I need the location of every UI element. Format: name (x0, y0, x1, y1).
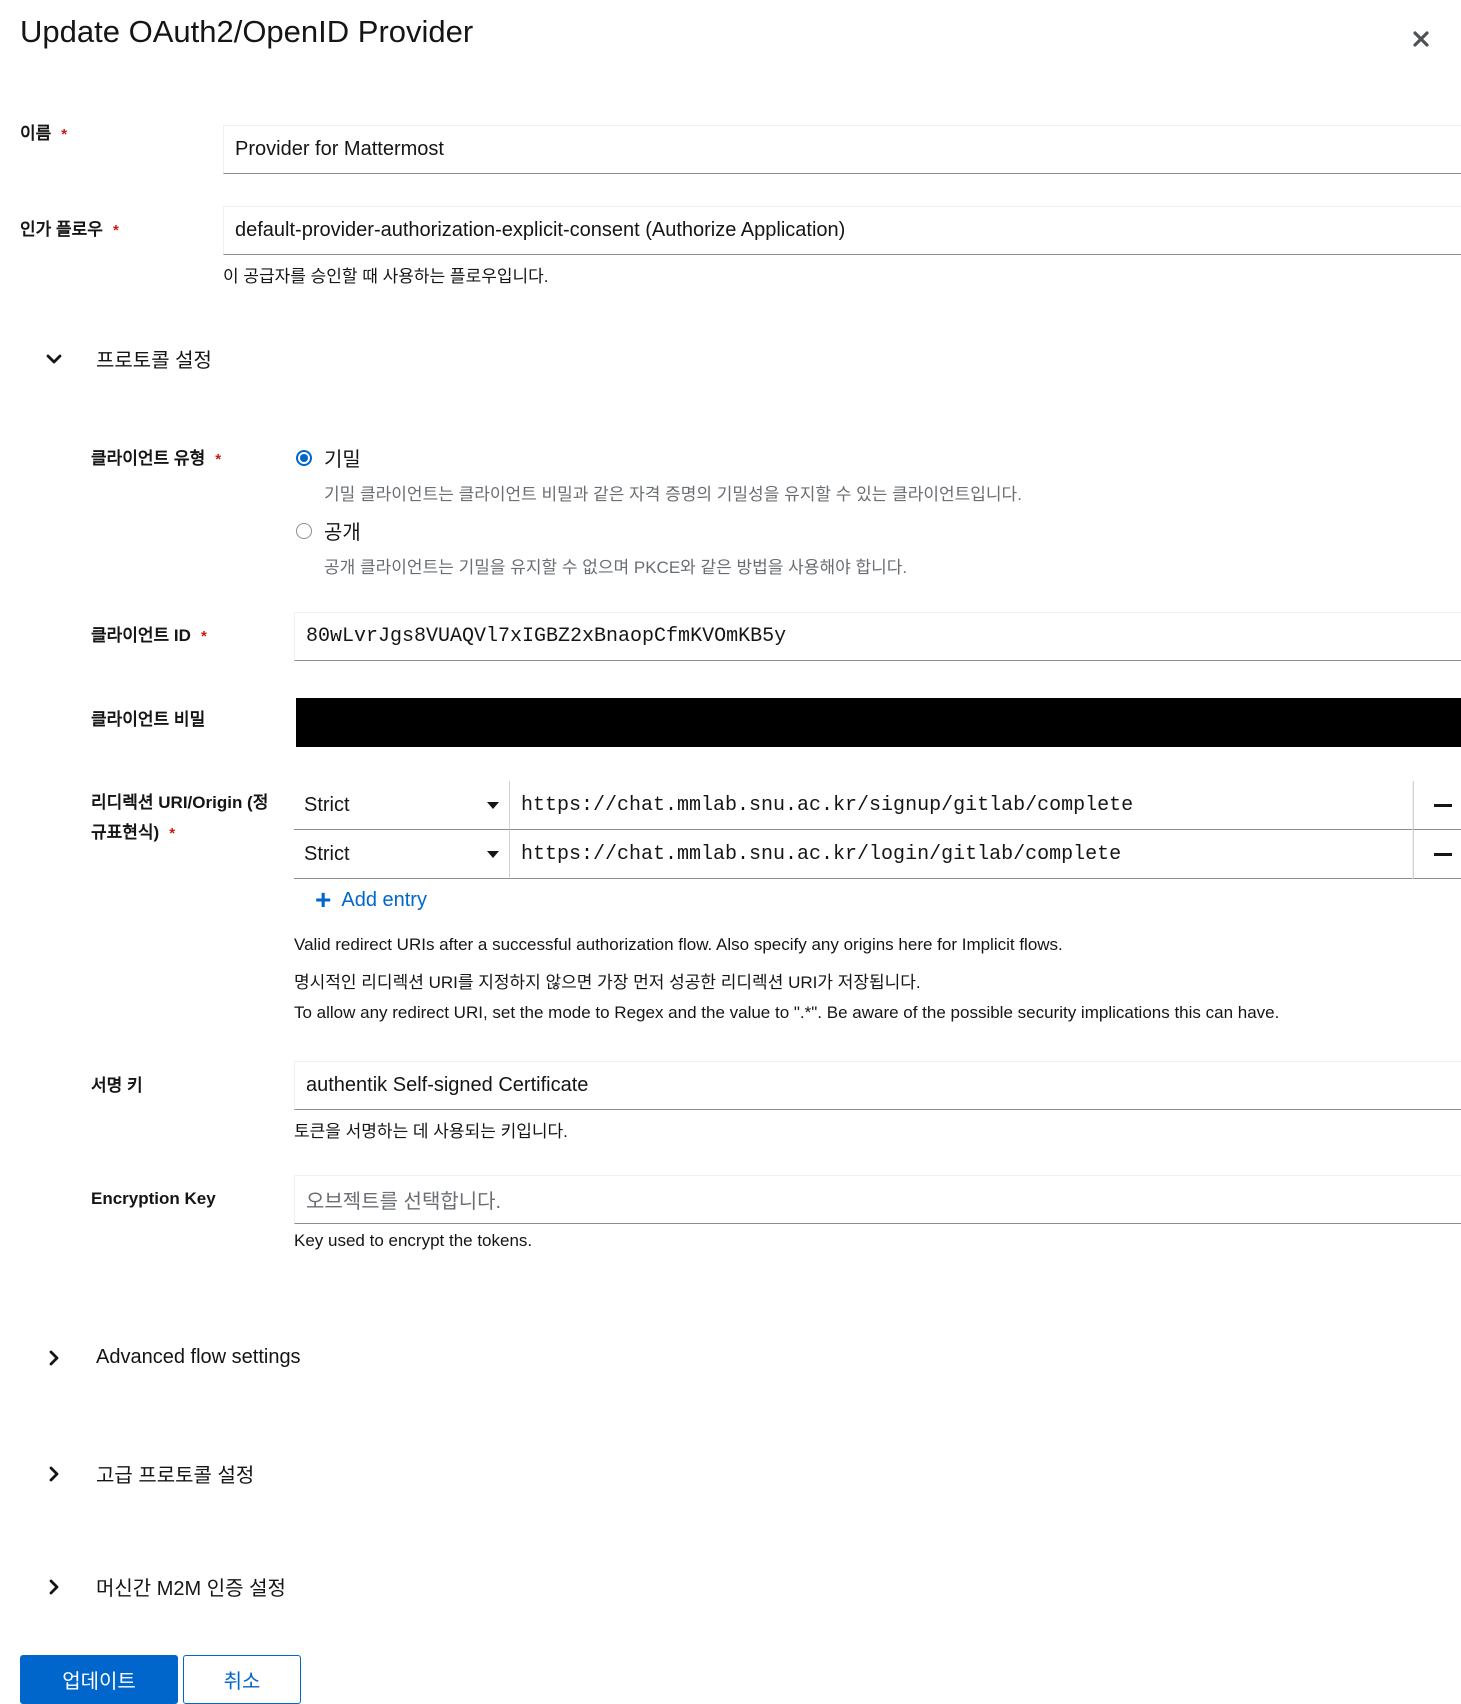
chevron-right-icon (49, 1579, 59, 1594)
required-marker: * (215, 451, 222, 468)
name-input[interactable]: Provider for Mattermost (223, 125, 1461, 174)
client-type-public-description: 공개 클라이언트는 기밀을 유지할 수 없으며 PKCE와 같은 방법을 사용해… (324, 558, 908, 577)
client-type-confidential-option[interactable]: 기밀 (296, 443, 361, 472)
chevron-right-icon (49, 1466, 59, 1481)
redirect-help-1: Valid redirect URIs after a successful a… (294, 935, 1063, 954)
encryption-key-select[interactable]: 오브젝트를 선택합니다. (294, 1175, 1461, 1224)
required-marker: * (200, 628, 207, 645)
advanced-flow-settings-toggle[interactable]: Advanced flow settings (44, 1346, 301, 1369)
advanced-flow-settings-label: Advanced flow settings (96, 1346, 301, 1368)
close-icon (1413, 31, 1429, 47)
remove-entry-button-1[interactable] (1413, 781, 1461, 830)
minus-icon (1433, 852, 1452, 856)
redirect-help-3: To allow any redirect URI, set the mode … (294, 1003, 1280, 1022)
chevron-down-icon (46, 354, 62, 363)
client-id-label: 클라이언트 ID * (91, 626, 207, 645)
protocol-settings-toggle[interactable]: 프로토콜 설정 (44, 344, 212, 373)
redirect-url-input-2[interactable]: https://chat.mmlab.snu.ac.kr/login/gitla… (510, 830, 1413, 879)
m2m-auth-settings-toggle[interactable]: 머신간 M2M 인증 설정 (44, 1572, 286, 1601)
signing-key-select[interactable]: authentik Self-signed Certificate (294, 1061, 1461, 1110)
required-marker: * (61, 126, 68, 143)
minus-icon (1433, 803, 1452, 807)
auth-flow-help: 이 공급자를 승인할 때 사용하는 플로우입니다. (223, 267, 549, 286)
client-secret-input-redacted[interactable] (296, 698, 1461, 747)
encryption-key-label: Encryption Key (91, 1189, 216, 1208)
redirect-help-2: 명시적인 리디렉션 URI를 지정하지 않으면 가장 먼저 성공한 리디렉션 U… (294, 973, 921, 992)
advanced-protocol-settings-label: 고급 프로토콜 설정 (96, 1465, 255, 1487)
m2m-auth-settings-label: 머신간 M2M 인증 설정 (96, 1578, 286, 1600)
redirect-mode-select-1[interactable]: Strict (294, 781, 510, 830)
caret-down-icon (487, 850, 499, 858)
advanced-protocol-settings-toggle[interactable]: 고급 프로토콜 설정 (44, 1459, 254, 1488)
name-label: 이름 * (20, 124, 68, 143)
protocol-settings-label: 프로토콜 설정 (96, 350, 212, 372)
dialog-title: Update OAuth2/OpenID Provider (20, 14, 474, 49)
add-entry-button[interactable]: + Add entry (315, 886, 427, 914)
close-button[interactable] (1404, 22, 1438, 56)
redirect-url-input-1[interactable]: https://chat.mmlab.snu.ac.kr/signup/gitl… (510, 781, 1413, 830)
radio-confidential[interactable] (296, 449, 312, 466)
signing-key-label: 서명 키 (91, 1076, 143, 1095)
client-type-public-option[interactable]: 공개 (296, 516, 361, 545)
redirect-mode-select-2[interactable]: Strict (294, 830, 510, 879)
encryption-key-help: Key used to encrypt the tokens. (294, 1231, 533, 1250)
plus-icon: + (315, 884, 332, 915)
client-secret-label: 클라이언트 비밀 (91, 710, 206, 729)
auth-flow-select[interactable]: default-provider-authorization-explicit-… (223, 206, 1461, 255)
required-marker: * (169, 824, 176, 842)
required-marker: * (112, 222, 119, 239)
client-type-label: 클라이언트 유형 * (91, 449, 222, 468)
update-button[interactable]: 업데이트 (20, 1655, 178, 1704)
remove-entry-button-2[interactable] (1413, 830, 1461, 879)
caret-down-icon (487, 801, 499, 809)
chevron-right-icon (49, 1350, 59, 1365)
client-id-input[interactable]: 80wLvrJgs8VUAQVl7xIGBZ2xBnaopCfmKVOmKB5y (294, 612, 1461, 661)
cancel-button[interactable]: 취소 (183, 1655, 301, 1704)
radio-public[interactable] (296, 522, 312, 539)
auth-flow-label: 인가 플로우 * (20, 220, 119, 239)
signing-key-help: 토큰을 서명하는 데 사용되는 키입니다. (294, 1122, 568, 1141)
redirect-uris-label: 리디렉션 URI/Origin (정 규표현식) * (91, 793, 269, 842)
client-type-confidential-description: 기밀 클라이언트는 클라이언트 비밀과 같은 자격 증명의 기밀성을 유지할 수… (324, 485, 1022, 504)
